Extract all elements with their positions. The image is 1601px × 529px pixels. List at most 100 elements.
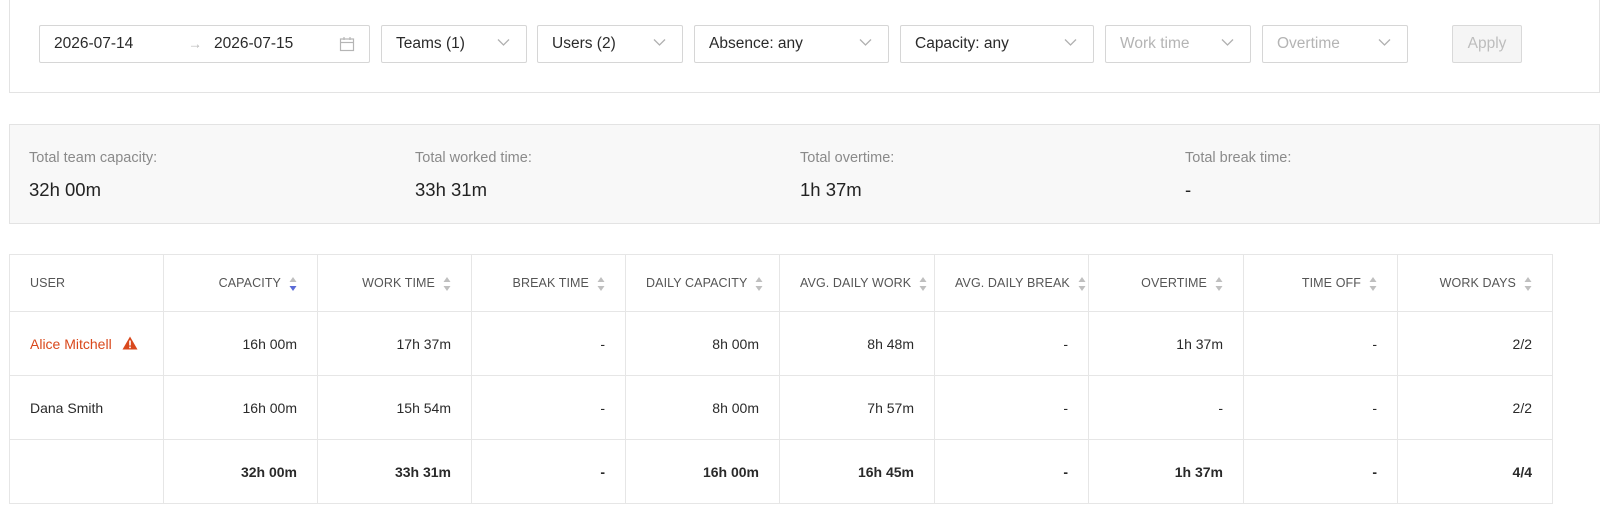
teams-select-value: Teams (1)	[396, 35, 465, 52]
totals-cell: 1h 37m	[1088, 439, 1244, 504]
column-header-break-time[interactable]: BREAK TIME	[471, 254, 626, 312]
sort-icon[interactable]	[1215, 276, 1223, 292]
user-cell: Alice Mitchell	[9, 311, 164, 376]
totals-cell: 4/4	[1397, 439, 1553, 504]
sort-icon[interactable]	[919, 276, 927, 292]
table-cell: 17h 37m	[317, 311, 472, 376]
absence-select-value: Absence: any	[709, 35, 803, 52]
table-cell: -	[934, 311, 1089, 376]
table-cell: 15h 54m	[317, 375, 472, 440]
column-header-label: TIME OFF	[1301, 276, 1361, 290]
warning-triangle-icon	[122, 336, 138, 349]
table-cell: -	[1243, 311, 1398, 376]
sort-icon[interactable]	[597, 276, 605, 292]
column-header-work-time[interactable]: WORK TIME	[317, 254, 472, 312]
summary-panel: Total team capacity: 32h 00m Total worke…	[9, 124, 1600, 224]
report-table: USER CAPACITY WORK TIME BREAK TIME DAILY…	[9, 254, 1553, 504]
absence-select[interactable]: Absence: any	[694, 25, 889, 63]
overtime-placeholder: Overtime	[1277, 35, 1340, 52]
column-header-user: USER	[9, 254, 164, 312]
table-cell: 8h 00m	[625, 311, 780, 376]
column-header-label: WORK DAYS	[1439, 276, 1516, 290]
sort-icon[interactable]	[443, 276, 451, 292]
column-header-label: USER	[30, 276, 66, 290]
table-row: Alice Mitchell 16h 00m 17h 37m - 8h 00m …	[9, 311, 1553, 376]
teams-select[interactable]: Teams (1)	[381, 25, 527, 63]
totals-cell: -	[934, 439, 1089, 504]
date-from[interactable]: 2026-07-14	[54, 35, 133, 53]
chevron-down-icon	[497, 39, 510, 46]
column-header-label: OVERTIME	[1141, 276, 1207, 290]
capacity-select-value: Capacity: any	[915, 35, 1009, 52]
column-header-label: WORK TIME	[362, 276, 435, 290]
column-header-label: CAPACITY	[218, 276, 281, 290]
capacity-select[interactable]: Capacity: any	[900, 25, 1094, 63]
summary-label: Total team capacity:	[29, 150, 158, 166]
column-header-overtime[interactable]: OVERTIME	[1088, 254, 1244, 312]
chevron-down-icon	[1221, 39, 1234, 46]
table-cell: 16h 00m	[163, 311, 318, 376]
users-select-value: Users (2)	[552, 35, 616, 52]
column-header-daily-capacity[interactable]: DAILY CAPACITY	[625, 254, 780, 312]
totals-cell: 16h 00m	[625, 439, 780, 504]
table-row: Dana Smith 16h 00m 15h 54m - 8h 00m 7h 5…	[9, 375, 1553, 440]
calendar-icon[interactable]	[339, 36, 355, 52]
summary-label: Total worked time:	[415, 150, 532, 166]
table-cell: -	[471, 375, 626, 440]
date-to[interactable]: 2026-07-15	[214, 35, 293, 53]
column-header-avg-daily-break[interactable]: AVG. DAILY BREAK	[934, 254, 1089, 312]
sort-icon[interactable]	[755, 276, 763, 292]
sort-icon[interactable]	[1078, 276, 1086, 292]
chevron-down-icon	[1378, 39, 1391, 46]
table-cell: -	[934, 375, 1089, 440]
totals-user-cell	[9, 439, 164, 504]
overtime-select[interactable]: Overtime	[1262, 25, 1408, 63]
column-header-label: BREAK TIME	[512, 276, 589, 290]
totals-cell: 33h 31m	[317, 439, 472, 504]
totals-row: 32h 00m 33h 31m - 16h 00m 16h 45m - 1h 3…	[9, 439, 1553, 504]
summary-value: -	[1185, 179, 1192, 200]
chevron-down-icon	[1064, 39, 1077, 46]
summary-label: Total overtime:	[800, 150, 895, 166]
totals-cell: 32h 00m	[163, 439, 318, 504]
table-cell: -	[1243, 375, 1398, 440]
table-cell: 8h 00m	[625, 375, 780, 440]
table-cell: -	[471, 311, 626, 376]
column-header-label: DAILY CAPACITY	[646, 276, 748, 290]
date-range-arrow: →	[188, 35, 202, 52]
column-header-avg-daily-work[interactable]: AVG. DAILY WORK	[779, 254, 935, 312]
work-time-placeholder: Work time	[1120, 35, 1190, 52]
sort-icon[interactable]	[1369, 276, 1377, 292]
totals-cell: -	[471, 439, 626, 504]
table-header-row: USER CAPACITY WORK TIME BREAK TIME DAILY…	[9, 254, 1553, 312]
column-header-work-days[interactable]: WORK DAYS	[1397, 254, 1553, 312]
chevron-down-icon	[859, 39, 872, 46]
sort-icon[interactable]	[1524, 276, 1532, 292]
user-name-link[interactable]: Dana Smith	[30, 400, 103, 416]
apply-button[interactable]: Apply	[1452, 25, 1522, 63]
user-cell: Dana Smith	[9, 375, 164, 440]
table-cell: 16h 00m	[163, 375, 318, 440]
work-time-select[interactable]: Work time	[1105, 25, 1251, 63]
table-cell: 7h 57m	[779, 375, 935, 440]
column-header-label: AVG. DAILY WORK	[800, 276, 912, 290]
totals-cell: 16h 45m	[779, 439, 935, 504]
column-header-time-off[interactable]: TIME OFF	[1243, 254, 1398, 312]
users-select[interactable]: Users (2)	[537, 25, 683, 63]
table-cell: -	[1088, 375, 1244, 440]
date-range-picker[interactable]: 2026-07-14 → 2026-07-15	[39, 25, 370, 63]
summary-value: 32h 00m	[29, 179, 101, 200]
user-name-link[interactable]: Alice Mitchell	[30, 336, 112, 352]
chevron-down-icon	[653, 39, 666, 46]
summary-label: Total break time:	[1185, 150, 1292, 166]
table-cell: 2/2	[1397, 311, 1553, 376]
column-header-label: AVG. DAILY BREAK	[955, 276, 1070, 290]
summary-value: 1h 37m	[800, 179, 862, 200]
table-cell: 2/2	[1397, 375, 1553, 440]
summary-value: 33h 31m	[415, 179, 487, 200]
table-cell: 1h 37m	[1088, 311, 1244, 376]
totals-cell: -	[1243, 439, 1398, 504]
column-header-capacity[interactable]: CAPACITY	[163, 254, 318, 312]
sort-icon[interactable]	[289, 276, 297, 292]
table-cell: 8h 48m	[779, 311, 935, 376]
